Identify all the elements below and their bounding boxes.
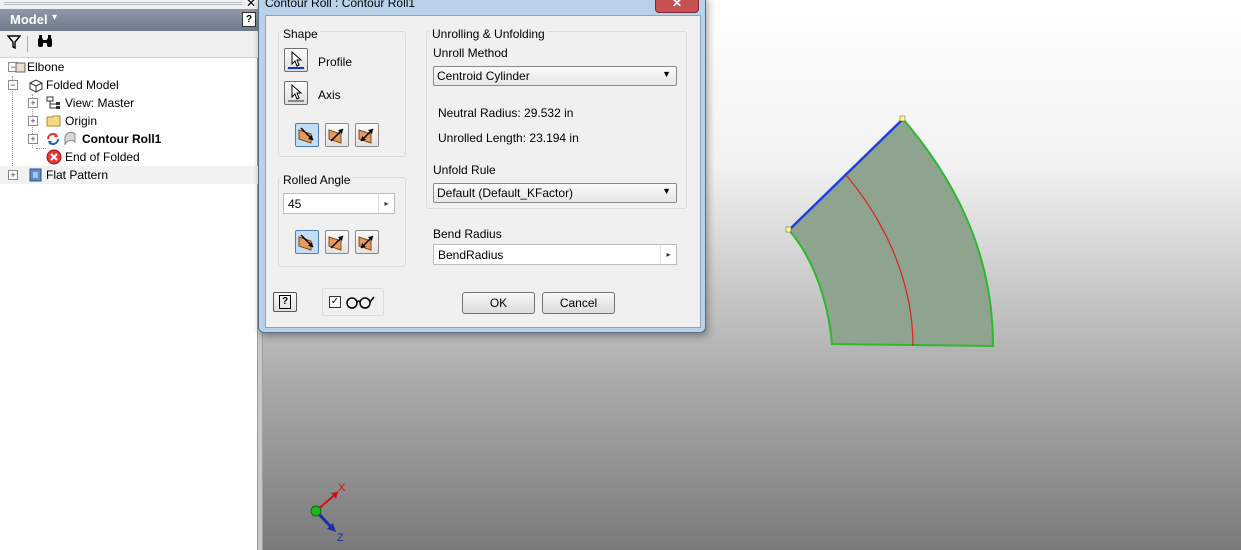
dropdown-arrow-icon[interactable]: ▼ — [662, 69, 671, 79]
neutral-radius-readout: Neutral Radius: 29.532 in — [438, 106, 574, 120]
expand-icon[interactable]: + — [28, 116, 38, 126]
tree-item-label: Origin — [65, 114, 98, 128]
rolled-angle-value: 45 — [288, 197, 302, 211]
shape-label: Shape — [281, 27, 320, 41]
tree-item-label: Folded Model — [46, 78, 119, 92]
preview-checkbox[interactable]: ✓ — [329, 296, 341, 308]
cancel-button[interactable]: Cancel — [542, 292, 615, 314]
help-icon[interactable]: ? — [242, 12, 256, 27]
folded-model-icon — [28, 77, 44, 93]
tree-item-folded-model[interactable]: − Folded Model — [0, 76, 258, 94]
tree-item-label: Elbone — [27, 60, 65, 74]
shape-direction-1-button[interactable] — [295, 123, 319, 147]
browser-title[interactable]: Model — [10, 12, 48, 27]
tree-item-label: Flat Pattern — [46, 168, 109, 182]
bend-radius-value: BendRadius — [438, 248, 504, 262]
chevron-down-icon[interactable]: ▾ — [52, 12, 57, 23]
profile-select-button[interactable] — [284, 48, 308, 72]
tree-item-label: Contour Roll1 — [82, 132, 162, 146]
angle-direction-2-button[interactable] — [325, 230, 349, 254]
help-icon: ? — [279, 295, 291, 309]
expand-icon[interactable]: + — [28, 134, 38, 144]
rebuild-arrows-icon — [45, 131, 61, 147]
help-button[interactable]: ? — [273, 292, 297, 312]
preview-group: ✓ — [322, 288, 384, 316]
folder-icon — [46, 113, 62, 129]
bend-radius-input[interactable]: BendRadius ▸ — [433, 244, 677, 265]
unfold-rule-label: Unfold Rule — [433, 163, 496, 177]
contour-roll-icon — [62, 131, 78, 147]
collapse-icon[interactable]: − — [8, 80, 18, 90]
rolled-angle-label: Rolled Angle — [281, 173, 353, 187]
rolled-angle-arrow-icon[interactable]: ▸ — [378, 194, 394, 213]
shape-direction-3-button[interactable] — [355, 123, 379, 147]
flat-pattern-icon — [28, 167, 44, 183]
tree-item-elbone[interactable]: − Elbone — [0, 58, 258, 76]
view-rep-icon — [46, 95, 62, 111]
axis-z-label: Z — [337, 532, 344, 544]
preview-glasses-icon — [345, 295, 375, 312]
tree-item-contour-roll1[interactable]: + Contour Roll1 — [0, 130, 258, 148]
end-of-part-icon — [46, 149, 62, 165]
filter-icon[interactable] — [6, 35, 22, 53]
bend-radius-arrow-icon[interactable]: ▸ — [660, 245, 676, 264]
expand-icon[interactable]: + — [8, 170, 18, 180]
rolled-angle-input[interactable]: 45 ▸ — [283, 193, 395, 214]
model-browser: ✕ Model ▾ ? − Elbone − Folded Model + Vi… — [0, 0, 258, 550]
axis-label: Axis — [318, 88, 341, 102]
tree-item-flat-pattern[interactable]: + Flat Pattern — [0, 166, 258, 184]
unrolled-length-readout: Unrolled Length: 23.194 in — [438, 131, 579, 145]
angle-direction-1-button[interactable] — [295, 230, 319, 254]
contour-roll-dialog: Contour Roll : Contour Roll1 ✕ Shape Pro… — [258, 0, 706, 333]
bend-radius-label: Bend Radius — [433, 227, 502, 241]
browser-grip[interactable] — [0, 0, 258, 9]
browser-toolbar — [0, 31, 258, 58]
unfold-rule-select[interactable]: Default (Default_KFactor) ▼ — [433, 183, 677, 203]
axis-select-button[interactable] — [284, 81, 308, 105]
browser-close-icon[interactable]: ✕ — [246, 0, 256, 9]
tree-item-view-master[interactable]: + View: Master — [0, 94, 258, 112]
ok-button[interactable]: OK — [462, 292, 535, 314]
axis-x-label: X — [338, 482, 346, 494]
angle-direction-3-button[interactable] — [355, 230, 379, 254]
browser-header[interactable]: Model ▾ ? — [0, 9, 258, 31]
dialog-close-button[interactable]: ✕ — [655, 0, 699, 13]
find-binoculars-icon[interactable] — [37, 35, 53, 53]
tree-item-origin[interactable]: + Origin — [0, 112, 258, 130]
tree-item-end-of-folded[interactable]: End of Folded — [0, 148, 258, 166]
coordinate-triad — [310, 491, 339, 532]
profile-endpoint[interactable] — [899, 115, 906, 122]
unroll-method-select[interactable]: Centroid Cylinder ▼ — [433, 66, 677, 86]
tree-item-label: End of Folded — [65, 150, 140, 164]
dialog-client: Shape Profile Axis Rolled Angle 45 ▸ Unr… — [265, 15, 701, 328]
unrolling-label: Unrolling & Unfolding — [430, 27, 547, 41]
profile-label: Profile — [318, 55, 353, 69]
unroll-method-value: Centroid Cylinder — [437, 69, 530, 83]
dialog-title[interactable]: Contour Roll : Contour Roll1 — [265, 0, 415, 10]
bend-face[interactable] — [787, 117, 995, 348]
tree-item-label: View: Master — [65, 96, 135, 110]
unroll-method-label: Unroll Method — [433, 46, 508, 60]
dropdown-arrow-icon[interactable]: ▼ — [662, 186, 671, 196]
expand-icon[interactable]: + — [28, 98, 38, 108]
unfold-rule-value: Default (Default_KFactor) — [437, 186, 574, 200]
profile-endpoint[interactable] — [785, 226, 792, 233]
shape-direction-2-button[interactable] — [325, 123, 349, 147]
